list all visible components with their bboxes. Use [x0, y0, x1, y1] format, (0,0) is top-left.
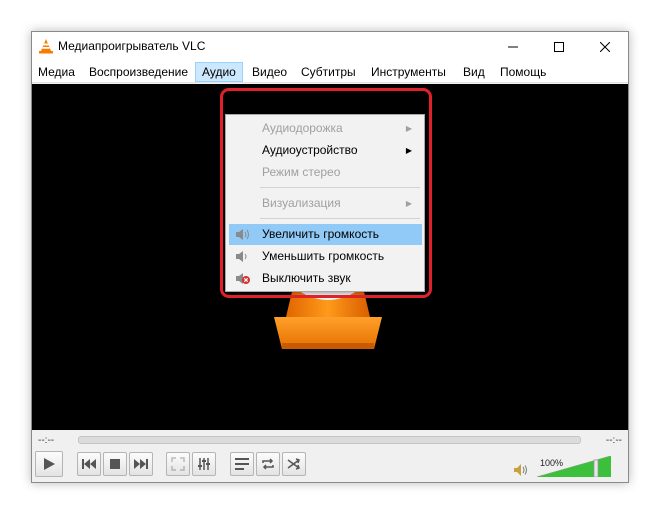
loop-button[interactable] — [256, 452, 280, 476]
maximize-icon — [554, 41, 564, 52]
audio-menu-dropdown: Аудиодорожка ▶ Аудиоустройство ▶ Режим с… — [225, 114, 425, 292]
close-icon — [600, 41, 610, 52]
chevron-right-icon: ▶ — [405, 146, 412, 155]
chevron-right-icon: ▶ — [405, 124, 412, 133]
extended-settings-button[interactable] — [192, 452, 216, 476]
menu-help[interactable]: Помощь — [494, 62, 552, 82]
window-title: Медиапроигрыватель VLC — [58, 39, 206, 53]
vlc-cone-icon — [39, 39, 53, 54]
fullscreen-icon — [171, 457, 185, 471]
menu-tools[interactable]: Инструменты — [365, 62, 452, 82]
mute-label: Выключить звук — [262, 271, 351, 285]
audio-track-label: Аудиодорожка — [262, 121, 343, 135]
menu-item-stereo-mode[interactable]: Режим стерео — [229, 162, 422, 183]
chevron-right-icon: ▶ — [405, 199, 412, 208]
control-panel: --:-- --:-- 100% — [32, 430, 628, 482]
volume-up-label: Увеличить громкость — [262, 227, 379, 241]
next-button[interactable] — [129, 452, 153, 476]
stop-button[interactable] — [103, 452, 127, 476]
play-button[interactable] — [35, 451, 63, 477]
audio-device-label: Аудиоустройство — [262, 143, 358, 157]
visualization-label: Визуализация — [262, 196, 341, 210]
menu-separator — [260, 218, 420, 219]
menu-view[interactable]: Вид — [457, 62, 491, 82]
menu-audio[interactable]: Аудио — [195, 62, 243, 82]
playlist-icon — [235, 458, 249, 470]
shuffle-button[interactable] — [282, 452, 306, 476]
total-time: --:-- — [605, 435, 622, 446]
next-icon — [134, 459, 148, 469]
vlc-window: Медиапроигрыватель VLC Медиа Воспроизвед… — [31, 31, 629, 483]
menu-item-volume-up[interactable]: Увеличить громкость — [229, 224, 422, 245]
menu-video[interactable]: Видео — [246, 62, 293, 82]
menu-subtitles[interactable]: Субтитры — [295, 62, 362, 82]
menu-item-mute[interactable]: Выключить звук — [229, 268, 422, 289]
minimize-button[interactable] — [490, 32, 536, 61]
loop-icon — [262, 458, 274, 470]
menu-bar: Медиа Воспроизведение Аудио Видео Субтит… — [32, 61, 628, 83]
close-button[interactable] — [582, 32, 628, 61]
mute-icon — [236, 273, 250, 284]
previous-button[interactable] — [77, 452, 101, 476]
volume-up-icon — [236, 229, 249, 240]
stop-icon — [110, 459, 120, 469]
volume-down-label: Уменьшить громкость — [262, 249, 385, 263]
maximize-button[interactable] — [536, 32, 582, 61]
seek-slider[interactable] — [78, 436, 581, 444]
menu-item-audio-device[interactable]: Аудиоустройство ▶ — [229, 140, 422, 161]
shuffle-icon — [287, 458, 300, 470]
previous-icon — [82, 459, 96, 469]
volume-down-icon — [236, 251, 247, 262]
menu-media[interactable]: Медиа — [32, 62, 81, 82]
menu-separator — [260, 187, 420, 188]
extended-settings-icon — [198, 458, 210, 470]
stereo-mode-label: Режим стерео — [262, 165, 341, 179]
volume-percent: 100% — [540, 458, 564, 468]
play-icon — [44, 458, 55, 470]
menu-item-audio-track[interactable]: Аудиодорожка ▶ — [229, 118, 422, 139]
minimize-icon — [508, 46, 518, 47]
elapsed-time: --:-- — [38, 435, 55, 446]
fullscreen-button[interactable] — [166, 452, 190, 476]
menu-item-volume-down[interactable]: Уменьшить громкость — [229, 246, 422, 267]
menu-playback[interactable]: Воспроизведение — [83, 62, 194, 82]
volume-speaker-icon[interactable] — [514, 464, 528, 476]
title-bar: Медиапроигрыватель VLC — [32, 32, 628, 61]
menu-item-visualization[interactable]: Визуализация ▶ — [229, 193, 422, 214]
playlist-button[interactable] — [230, 452, 254, 476]
